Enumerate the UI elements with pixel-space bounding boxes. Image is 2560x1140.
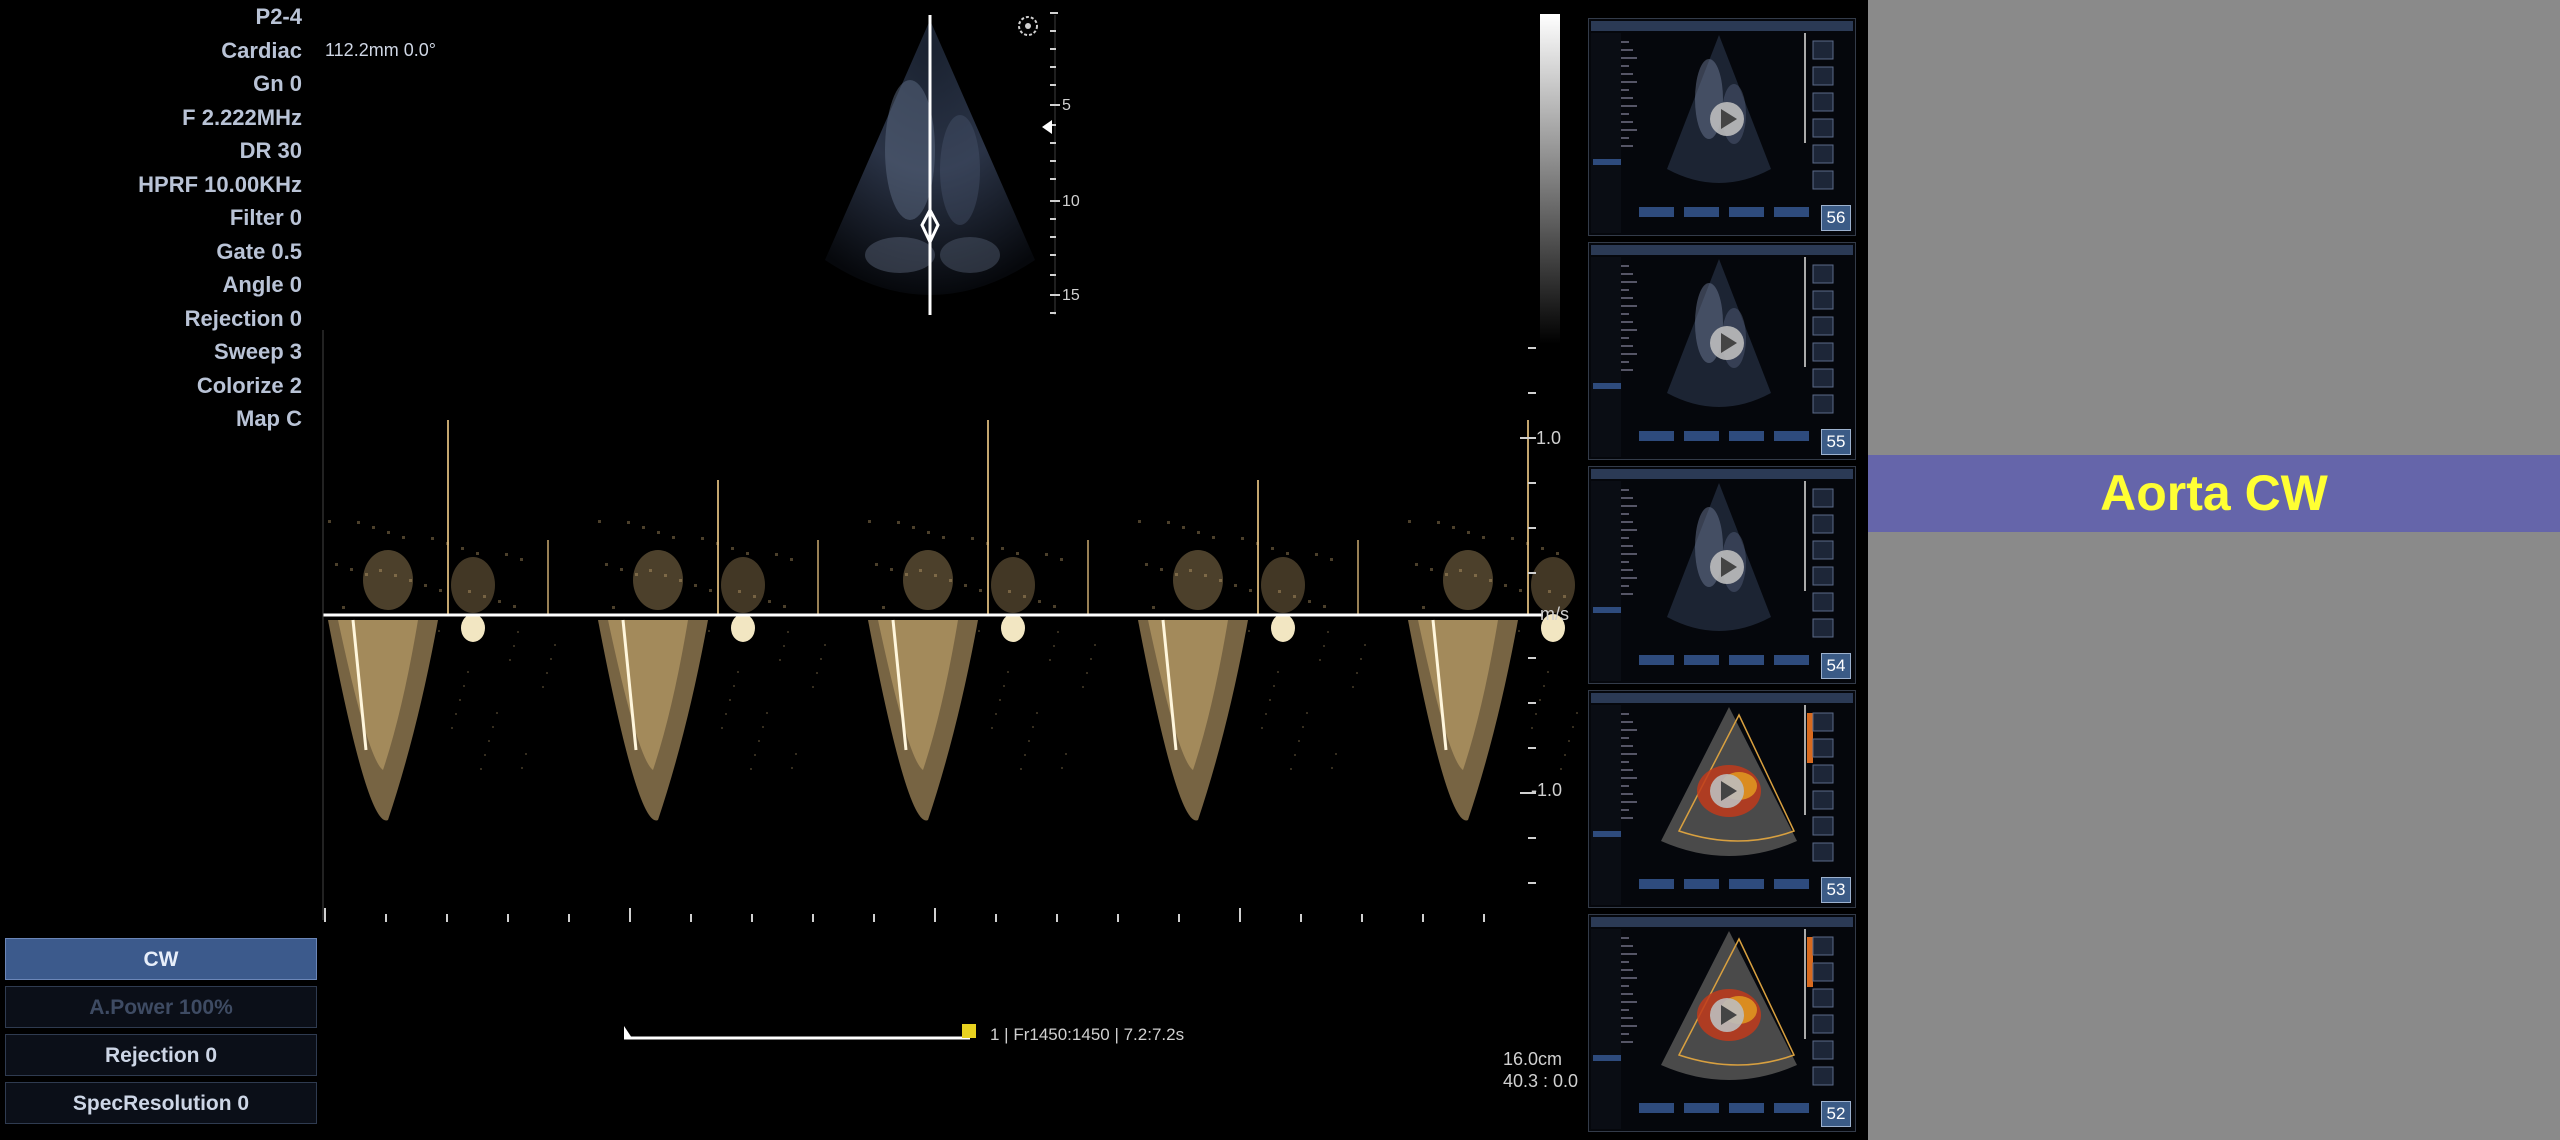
parameter-item: Sweep 3 [213,339,302,364]
parameter-item: DR 30 [239,138,302,163]
grayscale-bar [1540,14,1560,344]
thumbnail-number: 56 [1821,205,1851,231]
title-banner: Aorta CW [1868,455,2560,532]
parameter-item: Gn 0 [253,71,302,96]
thumbnail-image [1591,693,1853,905]
thumbnail-number: 53 [1821,877,1851,903]
parameter-item: Filter 0 [229,205,302,230]
thumbnail-image [1591,21,1853,233]
mode-button[interactable]: SpecResolution 0 [5,1082,317,1124]
velocity-label-positive: 1.0 [1536,428,1562,448]
thumbnail-number: 54 [1821,653,1851,679]
parameter-list: P2-4 Cardiac Gn 0 F 2.222MHz DR 30 HPRF 10.00… [0,0,302,436]
parameter-item: Colorize 2 [196,372,302,398]
parameter-item: Gate 0.5 [216,238,302,264]
thumbnail[interactable]: 56 [1588,18,1856,236]
depth-ratio: 40.3 : 0.0 [1503,1071,1579,1091]
thumbnail-number: 55 [1821,429,1851,455]
velocity-label-negative: -1.0 [1531,780,1563,800]
mode-button[interactable]: Rejection 0 [5,1034,317,1076]
cine-bar[interactable] [620,1020,980,1044]
depth-label: 10 [1062,193,1080,210]
thumbnail-image [1591,245,1853,457]
measurement-readout: 112.2mm 0.0° [325,40,436,60]
parameter-item: HPRF 10.00KHz [138,171,302,197]
thumbnail[interactable]: 52 [1588,914,1856,1132]
parameter-item: Angle 0 [222,272,302,297]
thumbnail-image [1591,917,1853,1129]
bmode-image: 5 10 15 [825,12,1080,315]
depth-value: 16.0cm [1503,1049,1563,1069]
thumbnail[interactable]: 53 [1588,690,1856,908]
thumbnail-list: 56 55 54 53 52 [1588,18,1858,1138]
time-axis [324,908,1485,922]
doppler-spectrum [322,330,1578,922]
velocity-unit: m/s [1540,604,1569,624]
depth-info: 16.0cm 40.3 : 0.0 [1503,1048,1578,1092]
mode-button[interactable]: CW [5,938,317,980]
thumbnail[interactable]: 54 [1588,466,1856,684]
parameter-item: F 2.222MHz [182,104,302,130]
parameter-item: Cardiac [221,37,302,63]
parameter-item: P2-4 [255,4,302,29]
mode-panel: CW A.Power 100% Rejection 0 SpecResolution … [5,938,317,1130]
depth-label: 5 [1062,97,1071,114]
thumbnail[interactable]: 55 [1588,242,1856,460]
mode-button[interactable]: A.Power 100% [5,986,317,1028]
gray-panel [1868,0,2560,1140]
probe-orientation-icon [1018,16,1038,36]
thumbnail-number: 52 [1821,1101,1851,1127]
depth-label: 15 [1062,287,1080,304]
parameter-item: Map C [236,406,302,431]
cine-frame-info: 1 | Fr1450:1450 | 7.2:7.2s [990,1025,1185,1044]
thumbnail-image [1591,469,1853,681]
parameter-item: Rejection 0 [184,305,302,331]
